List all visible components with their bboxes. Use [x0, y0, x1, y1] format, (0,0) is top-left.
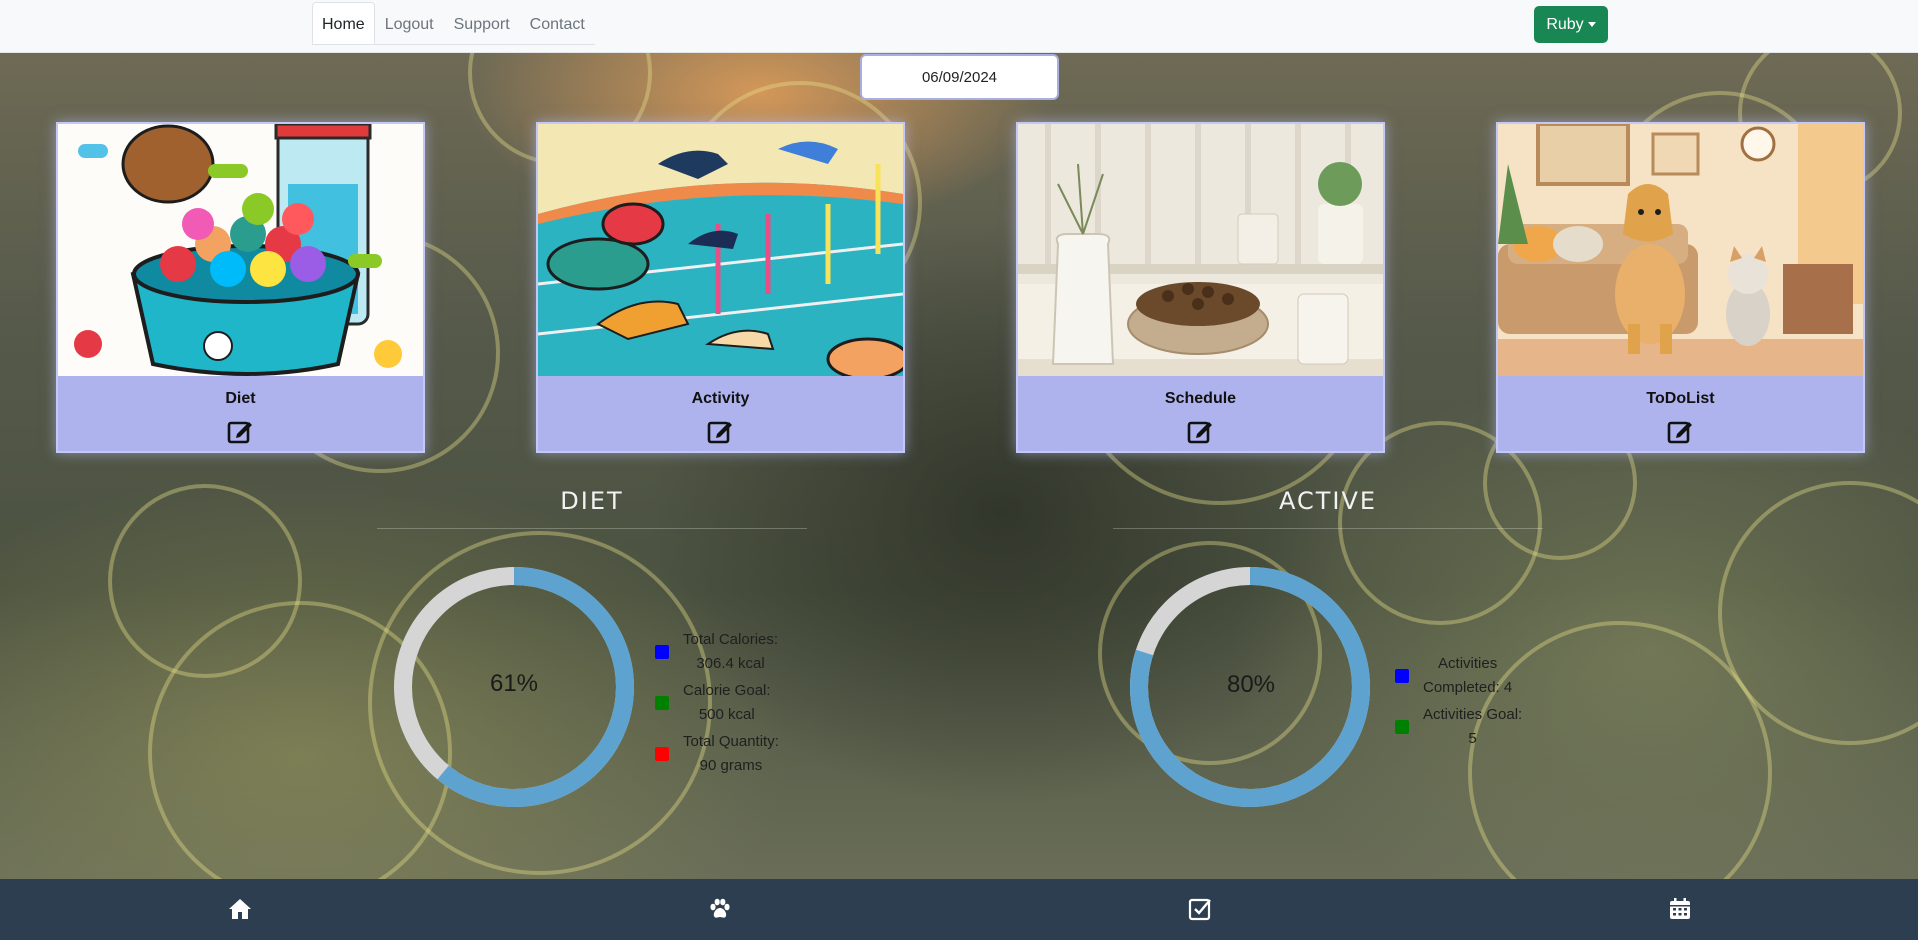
- legend-text: Calorie Goal:: [683, 682, 771, 699]
- legend-swatch-red: [655, 747, 669, 761]
- card-title: ToDoList: [1646, 390, 1715, 407]
- card-title: Activity: [691, 390, 750, 407]
- tab-logout[interactable]: Logout: [375, 2, 444, 44]
- legend-text: 500 kcal: [698, 706, 755, 723]
- legend-text: 90 grams: [699, 757, 763, 774]
- date-input[interactable]: 06/09/2024: [860, 54, 1059, 100]
- top-navbar: Home Logout Support Contact Ruby: [0, 0, 1918, 53]
- legend-text: Total Quantity:: [683, 733, 779, 750]
- edit-icon[interactable]: [227, 418, 255, 444]
- legend-item: Activities Completed: 4: [1395, 652, 1522, 700]
- divider: [1113, 528, 1543, 529]
- card-todolist[interactable]: ToDoList: [1496, 122, 1865, 453]
- legend-text: Completed: 4: [1423, 679, 1513, 696]
- legend-item: Total Calories: 306.4 kcal: [655, 628, 779, 676]
- edit-icon[interactable]: [1667, 418, 1695, 444]
- legend-text: Activities Goal:: [1423, 706, 1523, 723]
- diet-section-title: DIET: [560, 487, 624, 515]
- legend-item: Calorie Goal: 500 kcal: [655, 679, 779, 727]
- paw-icon[interactable]: [708, 897, 732, 921]
- diet-legend: Total Calories: 306.4 kcal Calorie Goal: 5…: [655, 628, 779, 781]
- user-dropdown-button[interactable]: Ruby: [1534, 6, 1608, 43]
- kitchen-pet-bowl-illustration: [1018, 124, 1383, 376]
- calendar-icon[interactable]: [1668, 897, 1692, 921]
- active-legend: Activities Completed: 4 Activities Goal: 5: [1395, 652, 1522, 754]
- tab-support[interactable]: Support: [444, 2, 520, 44]
- edit-icon[interactable]: [1187, 418, 1215, 444]
- legend-text: Total Calories:: [683, 631, 779, 648]
- tab-home[interactable]: Home: [312, 2, 375, 44]
- legend-text: 306.4 kcal: [696, 655, 765, 672]
- dog-agility-illustration: [538, 124, 903, 376]
- card-schedule[interactable]: Schedule: [1016, 122, 1385, 453]
- legend-swatch-blue: [1395, 669, 1409, 683]
- nav-tabs: Home Logout Support Contact: [312, 2, 595, 45]
- bottom-navbar: [0, 879, 1918, 940]
- home-icon[interactable]: [228, 897, 252, 921]
- food-bowl-illustration: [58, 124, 423, 376]
- legend-item: Total Quantity: 90 grams: [655, 730, 779, 778]
- card-title: Diet: [225, 390, 256, 407]
- card-diet[interactable]: Diet: [56, 122, 425, 453]
- diet-percent-label: 61%: [489, 670, 539, 697]
- legend-text: Activities: [1438, 655, 1498, 672]
- legend-item: Activities Goal: 5: [1395, 703, 1522, 751]
- active-percent-label: 80%: [1226, 671, 1276, 698]
- legend-swatch-green: [655, 696, 669, 710]
- divider: [377, 528, 807, 529]
- user-dropdown-label: Ruby: [1546, 15, 1584, 33]
- card-title: Schedule: [1164, 390, 1237, 407]
- dog-and-cat-livingroom-illustration: [1498, 124, 1863, 376]
- legend-swatch-blue: [655, 645, 669, 659]
- tab-contact[interactable]: Contact: [520, 2, 595, 44]
- legend-swatch-green: [1395, 720, 1409, 734]
- legend-text: 5: [1468, 730, 1477, 747]
- active-section-title: ACTIVE: [1278, 487, 1378, 515]
- caret-down-icon: [1587, 22, 1596, 27]
- card-activity[interactable]: Activity: [536, 122, 905, 453]
- edit-icon[interactable]: [707, 418, 735, 444]
- checkbox-icon[interactable]: [1188, 897, 1212, 921]
